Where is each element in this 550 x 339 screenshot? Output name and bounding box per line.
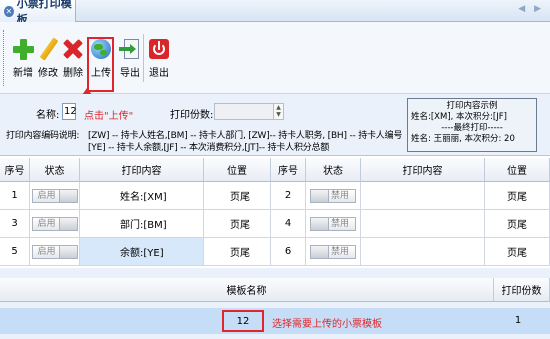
cell-no[interactable]: 5 (0, 238, 30, 266)
name-input[interactable]: 12 (62, 103, 77, 120)
example-title: 打印内容示例 (446, 101, 498, 111)
cell-status[interactable]: 启用 (30, 210, 80, 238)
copies-label: 打印份数: (170, 110, 214, 121)
delete-x-icon (62, 38, 84, 60)
cell-position[interactable]: 页尾 (204, 238, 271, 266)
status-toggle[interactable]: 启用 (31, 216, 78, 231)
cell-status[interactable]: 禁用 (306, 182, 361, 210)
exit-button[interactable]: 退出 (146, 34, 172, 80)
print-example-box: 打印内容示例 姓名:[XM], 本次积分:[JF] ----最终打印----- … (407, 98, 537, 152)
status-toggle[interactable]: 禁用 (310, 244, 356, 259)
status-toggle[interactable]: 启用 (31, 188, 78, 203)
cell-no[interactable]: 6 (271, 238, 306, 266)
cell-content[interactable] (361, 182, 485, 210)
template-list: 模板名称 打印份数 12 选择需要上传的小票模板 1 (0, 268, 550, 339)
cell-status[interactable]: 启用 (30, 182, 80, 210)
cell-position[interactable]: 页尾 (204, 210, 271, 238)
header-status-2[interactable]: 状态 (306, 158, 361, 182)
exit-label: 退出 (149, 68, 169, 79)
cell-status[interactable]: 禁用 (306, 210, 361, 238)
export-icon (119, 38, 141, 60)
header-content[interactable]: 打印内容 (80, 158, 204, 182)
plus-icon (12, 38, 34, 60)
close-tab-icon[interactable]: ✕ (4, 5, 14, 17)
status-toggle[interactable]: 启用 (31, 244, 78, 259)
encoding-label: 打印内容编码说明: (6, 131, 80, 141)
select-template-annotation: 选择需要上传的小票模板 (272, 319, 382, 330)
name-label: 名称: (36, 110, 60, 121)
header-status[interactable]: 状态 (30, 158, 80, 182)
copies-spinner[interactable]: ▲ ▼ (214, 103, 284, 120)
example-line-3: 姓名: 王丽丽, 本次积分: 20 (411, 134, 515, 144)
template-form: 名称: 12 点击"上传" 打印份数: ▲ ▼ 打印内容编码说明: [ZW] --… (0, 94, 550, 156)
tab-scroll-arrows-icon[interactable]: ◀ ▶ (518, 4, 544, 14)
cell-content[interactable] (361, 210, 485, 238)
cell-content[interactable]: 部门:[BM] (80, 210, 204, 238)
status-toggle[interactable]: 禁用 (310, 188, 356, 203)
cell-no[interactable]: 4 (271, 210, 306, 238)
delete-button[interactable]: 删除 (60, 34, 86, 80)
cell-status[interactable]: 禁用 (306, 238, 361, 266)
header-no[interactable]: 序号 (0, 158, 30, 182)
cell-content-selected[interactable]: 余额:[YE] (80, 238, 204, 266)
template-copies-cell[interactable]: 1 (498, 315, 538, 326)
header-position-2[interactable]: 位置 (485, 158, 550, 182)
pencil-icon (37, 37, 59, 61)
template-name-cell[interactable]: 12 (222, 310, 264, 332)
status-toggle[interactable]: 禁用 (310, 216, 356, 231)
example-line-2: ----最终打印----- (441, 123, 503, 133)
header-content-2[interactable]: 打印内容 (361, 158, 485, 182)
header-template-name[interactable]: 模板名称 (0, 278, 494, 302)
header-no-2[interactable]: 序号 (271, 158, 306, 182)
power-icon (148, 38, 170, 60)
cell-position[interactable]: 页尾 (485, 238, 550, 266)
cell-status[interactable]: 启用 (30, 238, 80, 266)
example-line-1: 姓名:[XM], 本次积分:[JF] (411, 112, 507, 122)
cell-no[interactable]: 2 (271, 182, 306, 210)
encoding-line-2: [YE] -- 持卡人余额,[JF] -- 本次消费积分,[JT]-- 持卡人积… (88, 143, 330, 153)
header-position[interactable]: 位置 (204, 158, 271, 182)
tab-receipt-template[interactable]: ✕ 小票打印模板 (0, 0, 76, 26)
click-upload-annotation: 点击"上传" (84, 111, 134, 122)
cell-position[interactable]: 页尾 (485, 210, 550, 238)
toolbar: 新增 修改 删除 上传 导出 退出 (0, 22, 550, 94)
upload-highlight-box (87, 37, 114, 92)
print-content-table: 序号 状态 打印内容 位置 序号 状态 打印内容 位置 1 启用 姓名:[XM]… (0, 158, 550, 266)
cell-no[interactable]: 3 (0, 210, 30, 238)
export-button[interactable]: 导出 (117, 34, 143, 80)
tab-bar: ✕ 小票打印模板 ◀ ▶ (0, 0, 550, 26)
spinner-arrows-icon[interactable]: ▲ ▼ (273, 104, 283, 119)
cell-position[interactable]: 页尾 (204, 182, 271, 210)
cell-content[interactable]: 姓名:[XM] (80, 182, 204, 210)
cell-content[interactable] (361, 238, 485, 266)
header-print-copies[interactable]: 打印份数 (494, 278, 550, 302)
cell-position[interactable]: 页尾 (485, 182, 550, 210)
cell-no[interactable]: 1 (0, 182, 30, 210)
